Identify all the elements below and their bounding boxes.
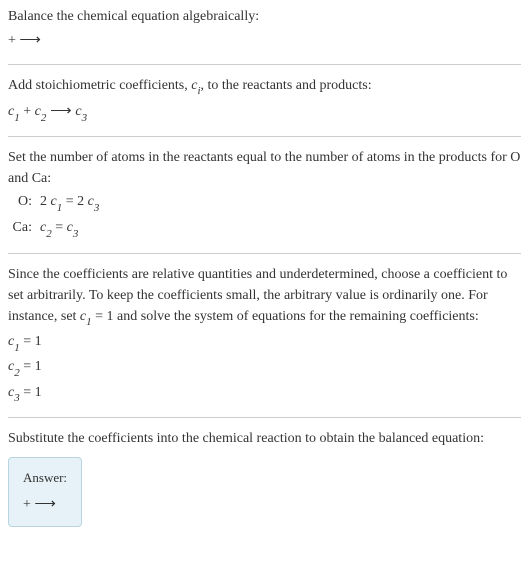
coeff-sub: i (197, 85, 200, 97)
o-eq: = (62, 194, 77, 209)
stoich-arrow-icon: ⟶ (46, 103, 75, 119)
section-atom-balance: Set the number of atoms in the reactants… (8, 147, 521, 241)
answer-plus: + (23, 497, 34, 512)
o-rhs-c: c (88, 194, 94, 209)
c3-var: c (75, 104, 81, 119)
stoich-plus: + (20, 104, 35, 119)
arrow-icon: ⟶ (19, 32, 41, 48)
c2-sub: 2 (41, 112, 47, 124)
ca-rhs-c: c (67, 220, 73, 235)
o-rhs-coeff: 2 (77, 194, 88, 209)
section-balance-intro: Balance the chemical equation algebraica… (8, 6, 521, 52)
answer-box: Answer: + ⟶ (8, 457, 82, 527)
ca-equation: c2 = c3 (40, 217, 78, 240)
o-rhs-sub: 3 (94, 202, 100, 214)
unbalanced-reaction: + ⟶ (8, 29, 521, 52)
sol2-sub: 2 (14, 367, 20, 379)
add-coeff-text-2: , to the reactants and products: (201, 78, 372, 93)
ca-lhs-sub: 2 (46, 228, 52, 240)
o-equation: 2 c1 = 2 c3 (40, 191, 99, 214)
o-label: O: (8, 191, 32, 212)
stoich-equation: c1 + c2 ⟶ c3 (8, 100, 521, 124)
solve-text: Since the coefficients are relative quan… (8, 264, 521, 329)
c2-var: c (35, 104, 41, 119)
reaction-plus: + (8, 33, 19, 48)
o-lhs-sub: 1 (57, 202, 63, 214)
add-coeff-title: Add stoichiometric coefficients, ci, to … (8, 75, 521, 98)
o-lhs-coeff: 2 (40, 194, 51, 209)
sol3-sub: 3 (14, 392, 20, 404)
atom-row-o: O: 2 c1 = 2 c3 (8, 191, 521, 214)
divider-1 (8, 64, 521, 65)
solution-2: c2 = 1 (8, 356, 521, 379)
section-substitute: Substitute the coefficients into the che… (8, 428, 521, 527)
solution-1: c1 = 1 (8, 331, 521, 354)
divider-4 (8, 417, 521, 418)
ca-label: Ca: (8, 217, 32, 238)
o-lhs-c: c (51, 194, 57, 209)
balance-title: Balance the chemical equation algebraica… (8, 6, 521, 27)
sol2-val: = 1 (20, 359, 42, 374)
sol3-val: = 1 (20, 385, 42, 400)
section-solve: Since the coefficients are relative quan… (8, 264, 521, 405)
answer-arrow-icon: ⟶ (34, 496, 56, 512)
divider-3 (8, 253, 521, 254)
set-val: = 1 (92, 309, 114, 324)
solve-text-after: and solve the system of equations for th… (114, 309, 479, 324)
atom-balance-title: Set the number of atoms in the reactants… (8, 147, 521, 189)
ca-eq: = (52, 220, 67, 235)
c3-sub: 3 (82, 112, 88, 124)
set-sub: 1 (86, 316, 92, 328)
answer-content: + ⟶ (23, 493, 67, 516)
c1-sub: 1 (14, 112, 20, 124)
atom-row-ca: Ca: c2 = c3 (8, 217, 521, 240)
solution-3: c3 = 1 (8, 382, 521, 405)
section-add-coefficients: Add stoichiometric coefficients, c i, to … (8, 75, 521, 125)
add-coeff-text-1: Add stoichiometric coefficients, (8, 78, 191, 93)
divider-2 (8, 136, 521, 137)
sol1-sub: 1 (14, 342, 20, 354)
ca-rhs-sub: 3 (73, 228, 79, 240)
substitute-title: Substitute the coefficients into the che… (8, 428, 521, 449)
answer-label: Answer: (23, 468, 67, 488)
sol1-val: = 1 (20, 334, 42, 349)
